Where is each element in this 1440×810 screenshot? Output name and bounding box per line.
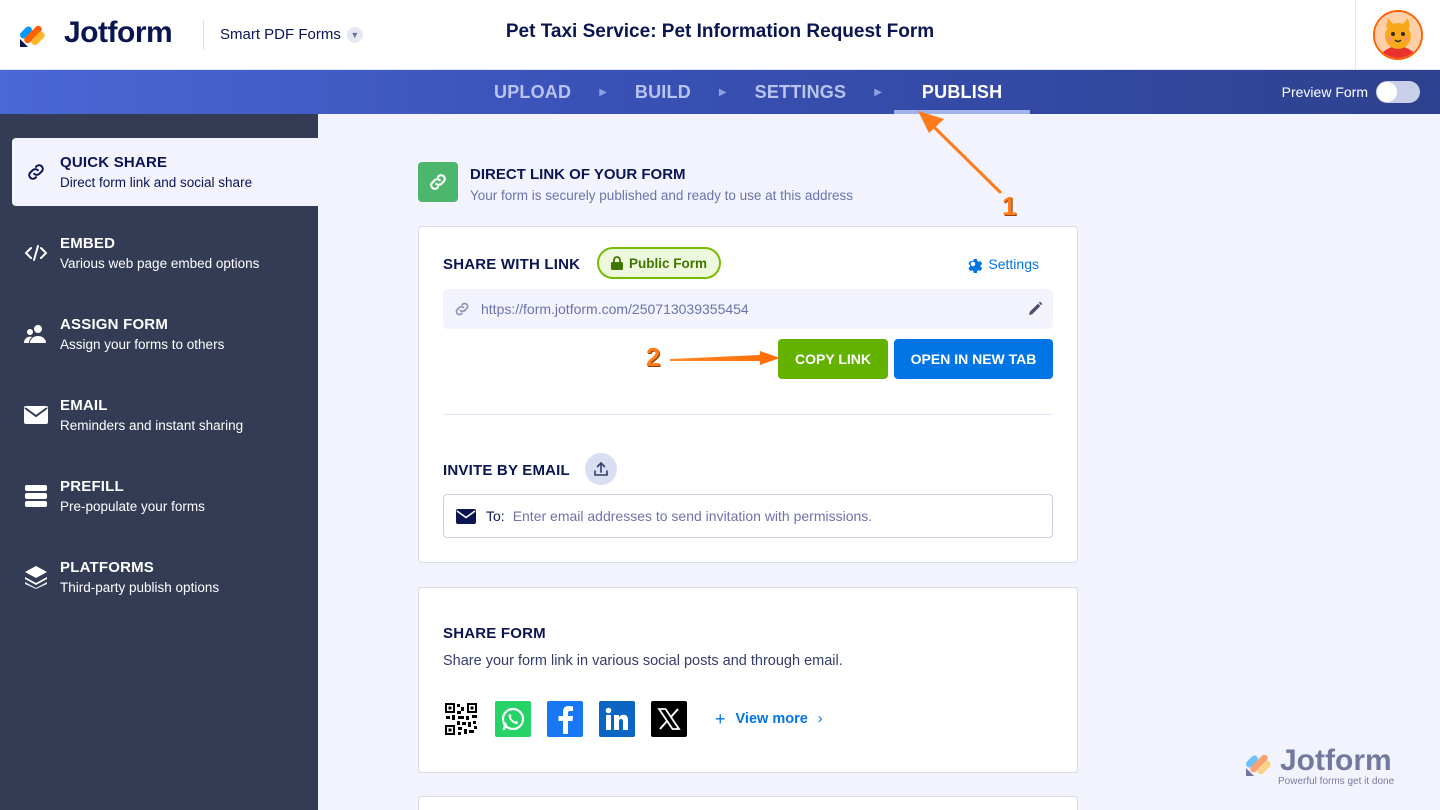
share-with-link-title: SHARE WITH LINK bbox=[443, 256, 581, 273]
jotform-logo-icon bbox=[1246, 754, 1271, 776]
sidebar-item-title: QUICK SHARE bbox=[60, 154, 168, 171]
envelope-icon bbox=[24, 403, 48, 427]
annotation-number-1: 1 bbox=[1002, 191, 1017, 221]
step-upload[interactable]: UPLOAD bbox=[478, 70, 587, 114]
invite-by-email-title: INVITE BY EMAIL bbox=[443, 462, 570, 479]
code-icon bbox=[24, 241, 48, 265]
sidebar-item-title: PREFILL bbox=[60, 478, 124, 495]
users-icon bbox=[24, 322, 48, 346]
share-form-card: SHARE FORM Share your form link in vario… bbox=[418, 587, 1078, 773]
link-icon bbox=[418, 162, 458, 202]
top-bar: Jotform Smart PDF Forms ▼ Pet Taxi Servi… bbox=[0, 0, 1440, 70]
sidebar-item-subtitle: Pre-populate your forms bbox=[60, 499, 205, 514]
public-form-label: Public Form bbox=[629, 255, 708, 271]
invite-email-input[interactable] bbox=[512, 508, 1013, 524]
social-share-row: + View more › bbox=[443, 701, 823, 737]
sidebar-item-subtitle: Various web page embed options bbox=[60, 256, 260, 271]
layers-icon bbox=[24, 565, 48, 589]
sidebar-item-email[interactable]: EMAIL Reminders and instant sharing bbox=[12, 381, 318, 449]
form-url-text: https://form.jotform.com/250713039355454 bbox=[481, 301, 749, 317]
facebook-icon[interactable] bbox=[547, 701, 583, 737]
email-to-label: To: bbox=[486, 508, 505, 524]
preview-form-toggle[interactable] bbox=[1376, 81, 1420, 103]
share-form-description: Share your form link in various social p… bbox=[443, 653, 843, 669]
share-form-title: SHARE FORM bbox=[443, 625, 546, 642]
settings-label: Settings bbox=[988, 256, 1039, 272]
wizard-steps: UPLOAD ▶ BUILD ▶ SETTINGS ▶ PUBLISH bbox=[478, 70, 1031, 114]
step-build[interactable]: BUILD bbox=[619, 70, 707, 114]
arrow-to-publish bbox=[918, 111, 1002, 194]
whatsapp-icon[interactable] bbox=[495, 701, 531, 737]
sidebar-item-subtitle: Direct form link and social share bbox=[60, 175, 253, 190]
direct-link-header: DIRECT LINK OF YOUR FORM Your form is se… bbox=[418, 162, 853, 203]
form-url-field[interactable]: https://form.jotform.com/250713039355454 bbox=[443, 289, 1053, 329]
link-settings-button[interactable]: Settings bbox=[964, 255, 1039, 273]
avatar-area bbox=[1355, 0, 1440, 70]
sidebar-item-platforms[interactable]: PLATFORMS Third-party publish options bbox=[12, 543, 318, 611]
sidebar-item-subtitle: Third-party publish options bbox=[60, 580, 220, 595]
sidebar-item-prefill[interactable]: PREFILL Pre-populate your forms bbox=[12, 462, 318, 530]
chevron-right-icon: ▶ bbox=[718, 86, 727, 98]
jotform-watermark: Jotform Powerful forms get it done bbox=[1244, 744, 1394, 787]
step-settings[interactable]: SETTINGS bbox=[739, 70, 863, 114]
sidebar-item-subtitle: Reminders and instant sharing bbox=[60, 418, 244, 433]
next-section-card bbox=[418, 796, 1078, 810]
pencil-icon[interactable] bbox=[1027, 301, 1043, 317]
section-divider bbox=[443, 414, 1053, 415]
preview-form-control: Preview Form bbox=[1282, 81, 1420, 103]
linkedin-icon[interactable] bbox=[599, 701, 635, 737]
sidebar-item-title: EMAIL bbox=[60, 397, 108, 414]
toggle-knob bbox=[1377, 82, 1397, 102]
envelope-icon bbox=[456, 508, 476, 524]
sidebar-item-title: EMBED bbox=[60, 235, 116, 252]
form-title: Pet Taxi Service: Pet Information Reques… bbox=[505, 21, 935, 42]
watermark-brand: Jotform bbox=[1280, 744, 1392, 777]
sidebar-item-quick-share[interactable]: QUICK SHARE Direct form link and social s… bbox=[12, 138, 318, 206]
link-icon bbox=[24, 160, 48, 184]
public-form-badge[interactable]: Public Form bbox=[597, 247, 722, 279]
open-in-new-tab-button[interactable]: OPEN IN NEW TAB bbox=[894, 339, 1053, 379]
preview-form-label: Preview Form bbox=[1281, 84, 1368, 100]
view-more-button[interactable]: + View more › bbox=[715, 709, 823, 730]
share-link-card: SHARE WITH LINK Public Form Settings htt… bbox=[418, 226, 1078, 563]
direct-link-title: DIRECT LINK OF YOUR FORM bbox=[470, 166, 686, 183]
sidebar-item-title: ASSIGN FORM bbox=[60, 316, 169, 333]
plus-icon: + bbox=[715, 708, 726, 729]
view-more-label: View more bbox=[735, 711, 808, 727]
copy-link-button[interactable]: COPY LINK bbox=[778, 339, 888, 379]
invite-email-field[interactable]: To: bbox=[443, 494, 1053, 538]
sidebar-item-embed[interactable]: EMBED Various web page embed options bbox=[12, 219, 318, 287]
x-icon[interactable] bbox=[651, 701, 687, 737]
sidebar-item-title: PLATFORMS bbox=[60, 559, 155, 576]
cat-avatar-icon bbox=[1375, 12, 1421, 58]
wizard-nav: UPLOAD ▶ BUILD ▶ SETTINGS ▶ PUBLISH Prev… bbox=[0, 70, 1440, 114]
avatar[interactable] bbox=[1373, 10, 1423, 60]
sidebar-item-subtitle: Assign your forms to others bbox=[60, 337, 225, 352]
gear-icon bbox=[968, 258, 983, 273]
upload-icon[interactable] bbox=[585, 453, 617, 485]
link-icon bbox=[455, 302, 469, 316]
database-icon bbox=[24, 484, 48, 508]
annotation-number-2: 2 bbox=[646, 342, 661, 372]
qr-code-icon[interactable] bbox=[443, 701, 479, 737]
chevron-right-icon: › bbox=[817, 711, 823, 727]
step-publish[interactable]: PUBLISH bbox=[893, 70, 1031, 114]
direct-link-subtitle: Your form is securely published and read… bbox=[470, 188, 853, 203]
chevron-right-icon: ▶ bbox=[874, 86, 882, 98]
publish-sidebar: QUICK SHARE Direct form link and social s… bbox=[0, 114, 318, 810]
sidebar-item-assign-form[interactable]: ASSIGN FORM Assign your forms to others bbox=[12, 300, 318, 368]
lock-icon bbox=[611, 256, 623, 270]
watermark-tagline: Powerful forms get it done bbox=[1278, 776, 1395, 787]
chevron-right-icon: ▶ bbox=[599, 86, 607, 98]
